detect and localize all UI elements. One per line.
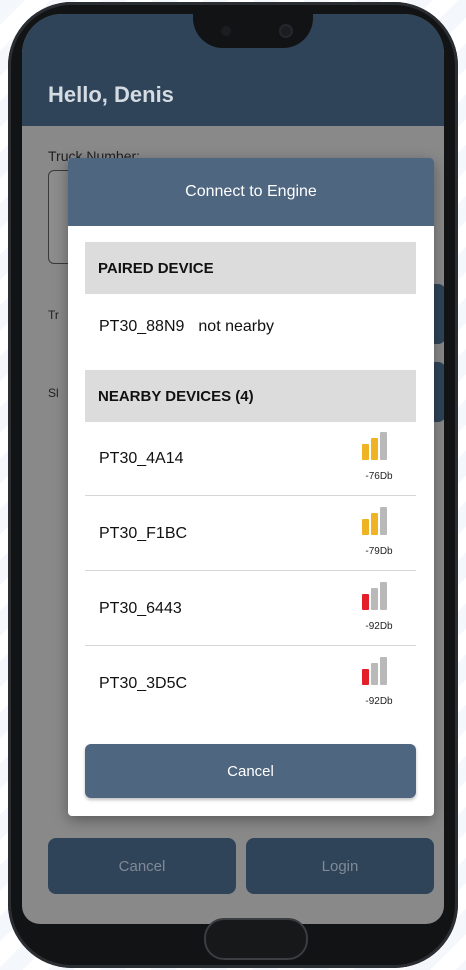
partial-label-2: Sl	[48, 386, 59, 400]
paired-device-name: PT30_88N9	[99, 318, 185, 335]
signal-strength-icon: -76Db	[362, 432, 396, 482]
device-row[interactable]: PT30_6443 -92Db	[85, 572, 416, 646]
camera-icon	[279, 24, 293, 38]
phone-frame: Hello, Denis Truck Number: Tr Sl Cancel …	[8, 2, 458, 968]
signal-bar-2	[371, 513, 378, 535]
greeting-title: Hello, Denis	[48, 82, 174, 107]
signal-bar-3	[380, 582, 387, 610]
sensor-icon	[221, 26, 231, 36]
signal-bar-2	[371, 438, 378, 460]
device-row[interactable]: PT30_3D5C -92Db	[85, 647, 416, 721]
device-name: PT30_F1BC	[99, 525, 188, 542]
signal-bar-2	[371, 663, 378, 685]
signal-strength-icon: -92Db	[362, 582, 396, 632]
dialog-title: Connect to Engine	[68, 158, 434, 226]
signal-bar-2	[371, 588, 378, 610]
signal-bar-1	[362, 669, 369, 685]
signal-bar-3	[380, 657, 387, 685]
device-name: PT30_4A14	[99, 450, 184, 467]
phone-screen: Hello, Denis Truck Number: Tr Sl Cancel …	[22, 14, 444, 924]
signal-bar-1	[362, 444, 369, 460]
paired-device-status: not nearby	[198, 318, 274, 335]
signal-value: -92Db	[365, 696, 393, 707]
signal-value: -92Db	[365, 621, 393, 632]
home-button[interactable]	[204, 918, 308, 960]
camera-notch	[193, 14, 313, 48]
background-cancel-button[interactable]: Cancel	[48, 838, 236, 894]
paired-device-header: PAIRED DEVICE	[85, 242, 416, 294]
signal-value: -79Db	[365, 546, 393, 557]
connect-engine-dialog: Connect to Engine PAIRED DEVICE PT30_88N…	[68, 158, 434, 816]
signal-bar-1	[362, 519, 369, 535]
device-row[interactable]: PT30_4A14 -76Db	[85, 422, 416, 496]
signal-value: -76Db	[365, 471, 393, 482]
signal-bar-1	[362, 594, 369, 610]
device-name: PT30_3D5C	[99, 675, 188, 692]
dialog-cancel-button[interactable]: Cancel	[85, 744, 416, 798]
device-name: PT30_6443	[99, 600, 182, 617]
signal-strength-icon: -79Db	[362, 507, 396, 557]
login-button[interactable]: Login	[246, 838, 434, 894]
paired-device-row[interactable]: PT30_88N9 not nearby	[99, 318, 274, 336]
signal-bar-3	[380, 507, 387, 535]
device-row[interactable]: PT30_F1BC -79Db	[85, 497, 416, 571]
signal-bar-3	[380, 432, 387, 460]
nearby-devices-header: NEARBY DEVICES (4)	[85, 370, 416, 422]
signal-strength-icon: -92Db	[362, 657, 396, 707]
partial-label-1: Tr	[48, 308, 59, 322]
